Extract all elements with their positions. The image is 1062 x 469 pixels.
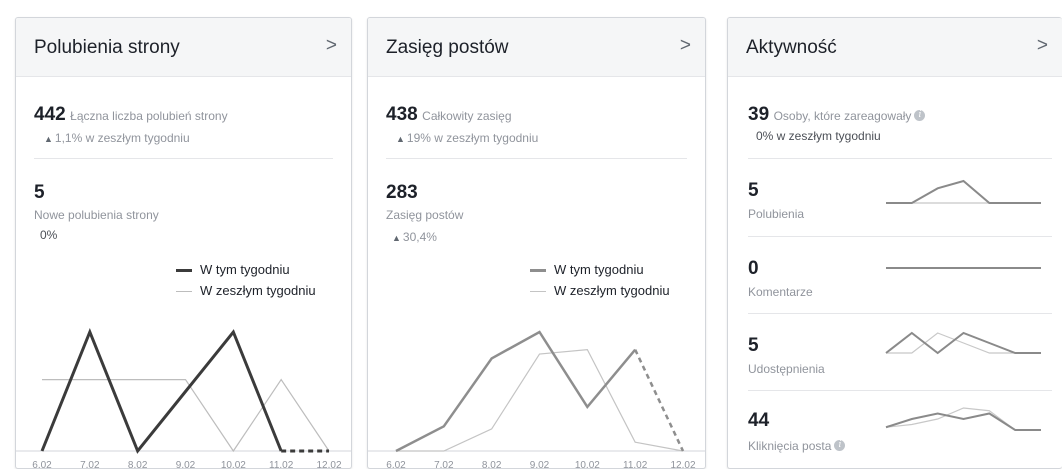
series-line-dashed xyxy=(634,349,685,452)
divider xyxy=(386,158,687,159)
post-clicks-metric-label: Kliknięcia posta xyxy=(748,439,832,453)
total-reach-change: 19% w zeszłym tygodniu xyxy=(406,131,539,145)
legend-last-week: W zeszłym tygodniu xyxy=(176,283,316,298)
comments-sparkline xyxy=(886,267,1041,269)
chevron-right-icon[interactable]: > xyxy=(680,36,691,56)
card-title: Aktywność xyxy=(746,37,837,58)
post-clicks-metric-value: 44 xyxy=(748,410,770,431)
likes-line-chart: 6.02 7.02 8.02 9.02 10.02 11.02 12.02 xyxy=(16,327,351,468)
arrow-up-icon: ▲ xyxy=(396,134,405,144)
chevron-right-icon[interactable]: > xyxy=(1037,36,1048,56)
total-reach-value: 438 xyxy=(386,104,418,125)
card-title: Zasięg postów xyxy=(386,37,509,58)
chevron-right-icon[interactable]: > xyxy=(326,36,337,56)
new-likes-value: 5 xyxy=(34,182,45,203)
card-post-reach: Zasięg postów > 438 Całkowity zasięg ▲ 19… xyxy=(367,17,706,469)
legend-this-week: W tym tygodniu xyxy=(176,262,290,277)
post-reach-value: 283 xyxy=(386,182,418,203)
likes-metric-value: 5 xyxy=(748,180,759,201)
legend-label: W tym tygodniu xyxy=(554,262,644,277)
card-page-likes: Polubienia strony > 442 Łączna liczba po… xyxy=(15,17,352,469)
comments-metric-value: 0 xyxy=(748,258,759,279)
post-clicks-sparkline xyxy=(885,407,1041,431)
comments-metric-label: Komentarze xyxy=(748,285,813,299)
engaged-users-label: Osoby, które zareagowały xyxy=(773,109,912,123)
shares-metric-label: Udostępnienia xyxy=(748,362,825,376)
legend-label: W zeszłym tygodniu xyxy=(200,283,316,298)
card-header[interactable]: Zasięg postów > xyxy=(368,18,705,77)
info-icon[interactable]: i xyxy=(834,440,846,452)
legend-label: W zeszłym tygodniu xyxy=(554,283,670,298)
engaged-users-value: 39 xyxy=(748,104,770,125)
legend-this-week: W tym tygodniu xyxy=(530,262,644,277)
engaged-users-change: 0% w zeszłym tygodniu xyxy=(756,129,881,143)
divider xyxy=(748,313,1052,314)
total-reach-label: Całkowity zasięg xyxy=(422,109,512,123)
legend-label: W tym tygodniu xyxy=(200,262,290,277)
legend-swatch xyxy=(530,269,546,273)
card-header[interactable]: Aktywność > xyxy=(728,18,1062,77)
legend-swatch xyxy=(176,269,192,273)
sparkline-series xyxy=(885,412,1041,431)
post-reach-label: Zasięg postów xyxy=(386,208,464,222)
card-header[interactable]: Polubienia strony > xyxy=(16,18,351,77)
shares-sparkline xyxy=(885,331,1041,355)
post-reach-change: 30,4% xyxy=(402,230,437,244)
reach-line-chart: 6.02 7.02 8.02 9.02 10.02 11.02 12.02 xyxy=(368,330,705,468)
legend-last-week: W zeszłym tygodniu xyxy=(530,283,670,298)
divider xyxy=(748,390,1052,391)
legend-swatch xyxy=(176,291,192,293)
legend-swatch xyxy=(530,291,546,293)
likes-metric-label: Polubienia xyxy=(748,207,805,221)
shares-metric-value: 5 xyxy=(748,335,759,356)
sparkline-series xyxy=(886,179,1041,204)
divider xyxy=(748,236,1052,237)
card-title: Polubienia strony xyxy=(34,37,180,58)
divider xyxy=(748,158,1052,159)
info-icon[interactable]: i xyxy=(914,110,926,122)
card-engagement: Aktywność > 39 Osoby, które zareagowały i… xyxy=(727,17,1062,469)
new-likes-label: Nowe polubienia strony xyxy=(34,208,159,222)
total-likes-change: 1,1% w zeszłym tygodniu xyxy=(54,131,190,145)
divider xyxy=(34,158,333,159)
new-likes-change: 0% xyxy=(40,228,58,242)
arrow-up-icon: ▲ xyxy=(44,134,53,144)
likes-sparkline xyxy=(886,179,1041,204)
total-likes-value: 442 xyxy=(34,104,66,125)
total-likes-label: Łączna liczba polubień strony xyxy=(70,109,228,123)
series-line xyxy=(396,348,684,452)
arrow-up-icon: ▲ xyxy=(392,233,401,243)
